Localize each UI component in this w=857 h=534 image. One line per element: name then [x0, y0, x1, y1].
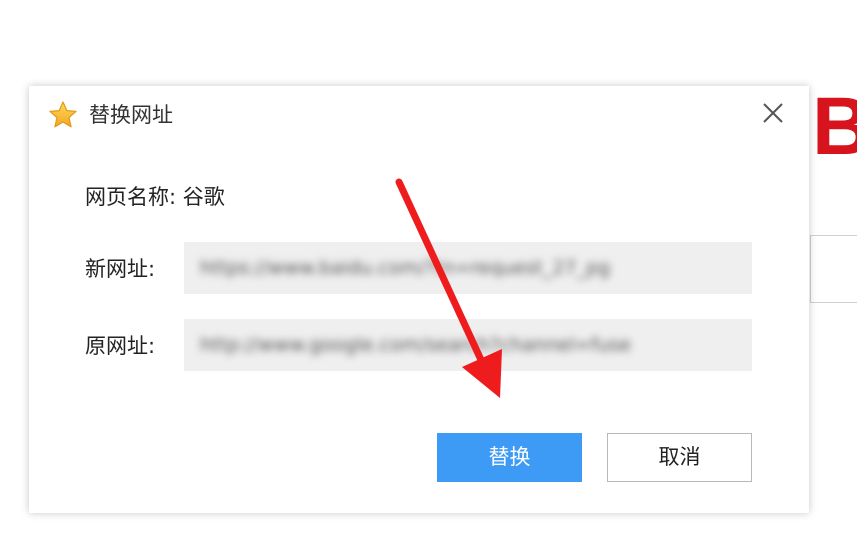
- old-url-value: http://www.google.com/search?channel=fus…: [200, 334, 632, 356]
- new-url-field[interactable]: https://www.baidu.com/?tn=request_27_pg: [184, 242, 752, 294]
- background-divider: [810, 235, 857, 236]
- background-divider: [810, 235, 811, 302]
- page-name-label-text: 网页名称:: [85, 185, 177, 209]
- dialog-title-bar: 替换网址: [29, 86, 809, 142]
- replace-button[interactable]: 替换: [437, 433, 582, 482]
- replace-url-dialog: 替换网址 网页名称: 谷歌 新网址: https://www.baidu.com…: [29, 86, 809, 513]
- dialog-title: 替换网址: [89, 103, 173, 127]
- new-url-value: https://www.baidu.com/?tn=request_27_pg: [200, 257, 611, 279]
- close-icon[interactable]: [760, 100, 786, 126]
- background-logo-fragment: B: [812, 81, 857, 172]
- page-name-label: 网页名称: 谷歌: [85, 183, 225, 211]
- old-url-label: 原网址:: [85, 334, 156, 358]
- background-divider: [810, 302, 857, 303]
- page-name-value: 谷歌: [182, 185, 225, 209]
- old-url-field[interactable]: http://www.google.com/search?channel=fus…: [184, 319, 752, 371]
- cancel-button[interactable]: 取消: [607, 433, 752, 482]
- page: B 替换网址 网页名称: 谷歌 新网址: https://www.baidu.c…: [0, 0, 857, 534]
- new-url-label: 新网址:: [85, 257, 156, 281]
- star-icon: [49, 101, 77, 128]
